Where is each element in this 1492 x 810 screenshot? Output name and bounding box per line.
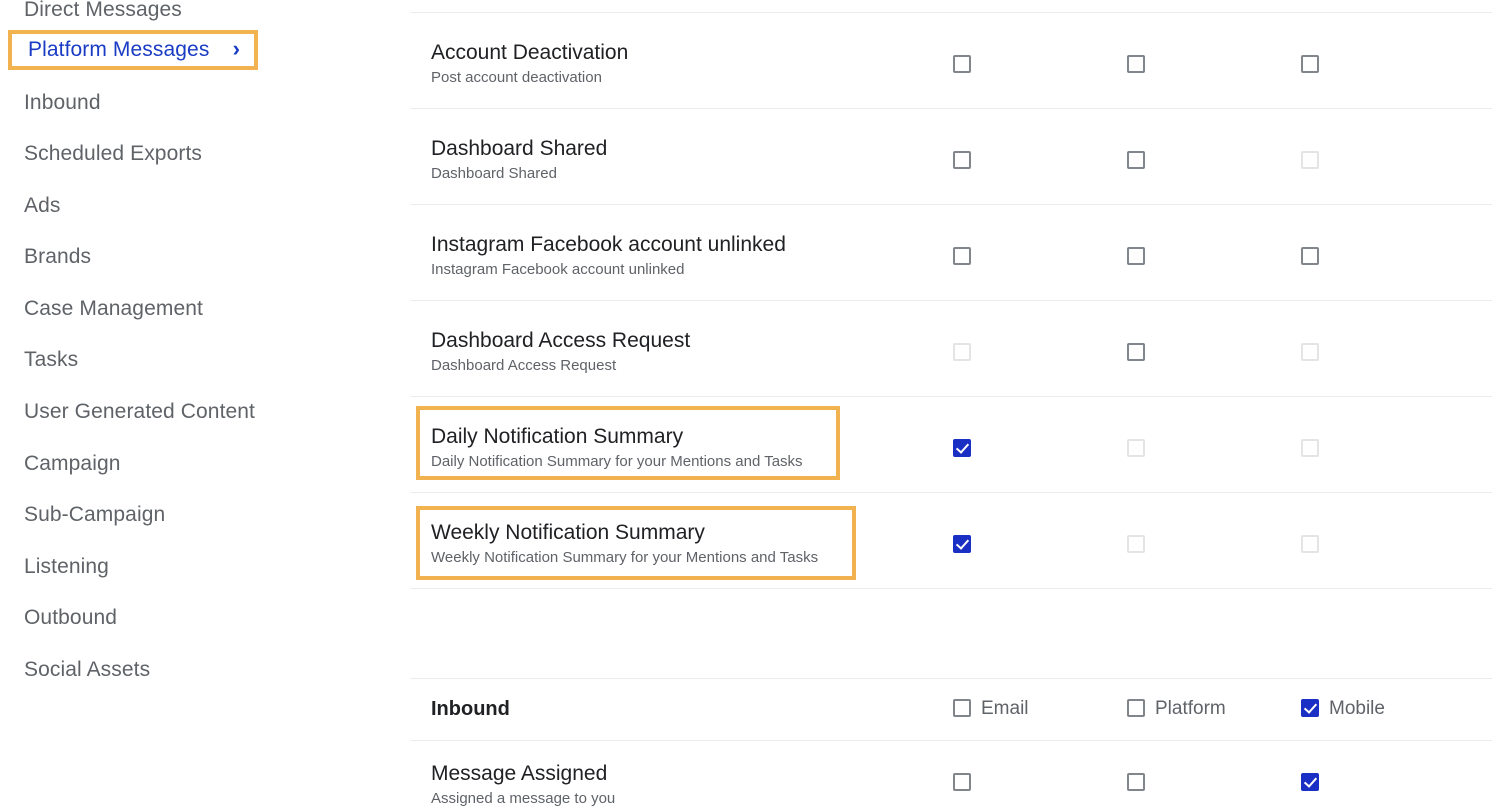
checkbox-mobile[interactable] [1301,247,1319,265]
sidebar-item-label: Social Assets [24,658,151,681]
sidebar-item-label: Sub-Campaign [24,503,166,526]
row-label-group: Message Assigned Assigned a message to yo… [431,761,615,809]
row-subtitle: Daily Notification Summary for your Ment… [431,453,803,470]
row-title: Weekly Notification Summary [431,521,705,544]
notification-settings-screen: Direct Messages Platform Messages › Inbound… [0,0,1492,810]
checkbox-email[interactable] [953,151,971,169]
row-label-group: Weekly Notification Summary Weekly Notifi… [431,520,818,568]
sidebar-item-ads[interactable]: Ads [0,186,260,226]
row-label-group: Dashboard Shared Dashboard Shared [431,136,607,184]
checkbox-platform [1127,535,1145,553]
row-title: Dashboard Access Request [431,329,691,352]
checkbox-email[interactable] [953,773,971,791]
sidebar-item-listening[interactable]: Listening [0,547,260,587]
row-title: Daily Notification Summary [431,425,684,448]
row-title: Dashboard Shared [431,137,608,160]
sidebar-item-tasks[interactable]: Tasks [0,340,260,380]
row-label-group: Daily Notification Summary Daily Notifica… [431,424,803,472]
sidebar-item-scheduled-exports[interactable]: Scheduled Exports [0,134,260,174]
row-subtitle: Weekly Notification Summary for your Men… [431,549,819,566]
sidebar-item-label: Scheduled Exports [24,142,202,165]
sidebar-item-brands[interactable]: Brands [0,237,260,277]
checkbox-platform[interactable] [1127,151,1145,169]
table-row: Daily Notification Summary Daily Notifica… [410,396,1492,492]
table-row: Account Deactivation Post account deactiv… [410,12,1492,108]
checkbox-mobile[interactable] [1301,55,1319,73]
table-row: Dashboard Shared Dashboard Shared [410,108,1492,204]
row-subtitle: Dashboard Access Request [431,357,617,374]
sidebar-item-outbound[interactable]: Outbound [0,598,260,638]
checkbox-platform [1127,439,1145,457]
checkbox-email [953,535,971,553]
row-label-group: Account Deactivation Post account deactiv… [431,40,628,88]
checkbox-email[interactable] [953,439,971,457]
row-subtitle: Instagram Facebook account unlinked [431,261,685,278]
row-title: Instagram Facebook account unlinked [431,233,786,256]
row-title: Message Assigned [431,762,608,785]
checkbox-mobile [1301,439,1319,457]
checkbox-platform[interactable] [1127,343,1145,361]
sidebar-item-label: Brands [24,245,92,268]
table-row: Dashboard Access Request Dashboard Access… [410,300,1492,396]
sidebar-item-label: Campaign [24,452,121,475]
sidebar-item-social-assets[interactable]: Social Assets [0,650,260,690]
sidebar-item-label: Listening [24,555,109,578]
row-subtitle: Dashboard Shared [431,165,557,182]
checkbox-platform[interactable] [1127,55,1145,73]
sidebar-item-label: Direct Messages [24,0,182,21]
sidebar-item-campaign[interactable]: Campaign [0,444,260,484]
checkbox-email[interactable] [953,247,971,265]
table-row: Instagram Facebook account unlinked Insta… [410,204,1492,300]
notification-preferences-table: Account Deactivation Post account deactiv… [410,0,1492,810]
sidebar-item-label: Case Management [24,297,203,320]
checkbox-mobile[interactable] [1301,773,1319,791]
settings-sidebar: Direct Messages Platform Messages › Inbound… [0,0,410,810]
row-label-group: Instagram Facebook account unlinked Insta… [431,232,786,280]
row-title: Account Deactivation [431,41,629,64]
column-header-platform: Platform [1155,698,1226,719]
table-row-spacer [410,588,1492,678]
checkbox-mobile [1301,343,1319,361]
sidebar-item-label: Ads [24,194,61,217]
table-row: Weekly Notification Summary Weekly Notifi… [410,492,1492,588]
row-label-group: Inbound [431,696,510,722]
chevron-right-icon: › [232,36,240,61]
sidebar-item-case-management[interactable]: Case Management [0,289,260,329]
sidebar-item-label: User Generated Content [24,400,255,423]
sidebar-item-label: Inbound [24,91,101,114]
sidebar-item-user-generated-content[interactable]: User Generated Content [0,392,260,432]
sidebar-item-platform-messages[interactable]: Platform Messages › [8,30,258,70]
checkbox-email[interactable] [953,55,971,73]
sidebar-item-label: Platform Messages [28,38,210,61]
sidebar-item-label: Outbound [24,606,118,629]
checkbox-mobile [1301,151,1319,169]
sidebar-item-label: Tasks [24,348,79,371]
column-header-email: Email [981,698,1029,719]
sidebar-item-inbound[interactable]: Inbound [0,83,260,123]
sidebar-item-direct-messages[interactable]: Direct Messages [0,0,260,30]
checkbox-email[interactable] [953,699,971,717]
sidebar-item-sub-campaign[interactable]: Sub-Campaign [0,495,260,535]
column-header-mobile: Mobile [1329,698,1385,719]
section-title: Inbound [431,698,510,720]
row-label-group: Dashboard Access Request Dashboard Access… [431,328,690,376]
checkbox-platform[interactable] [1127,773,1145,791]
checkbox-mobile[interactable] [1301,699,1319,717]
checkbox-platform[interactable] [1127,699,1145,717]
row-subtitle: Assigned a message to you [431,790,616,807]
checkbox-mobile [1301,535,1319,553]
checkbox-platform[interactable] [1127,247,1145,265]
table-row: Message Assigned Assigned a message to yo… [410,740,1492,810]
row-subtitle: Post account deactivation [431,69,602,86]
checkbox-email [953,343,971,361]
section-header-row: Inbound Email Platform Mobile [410,678,1492,740]
